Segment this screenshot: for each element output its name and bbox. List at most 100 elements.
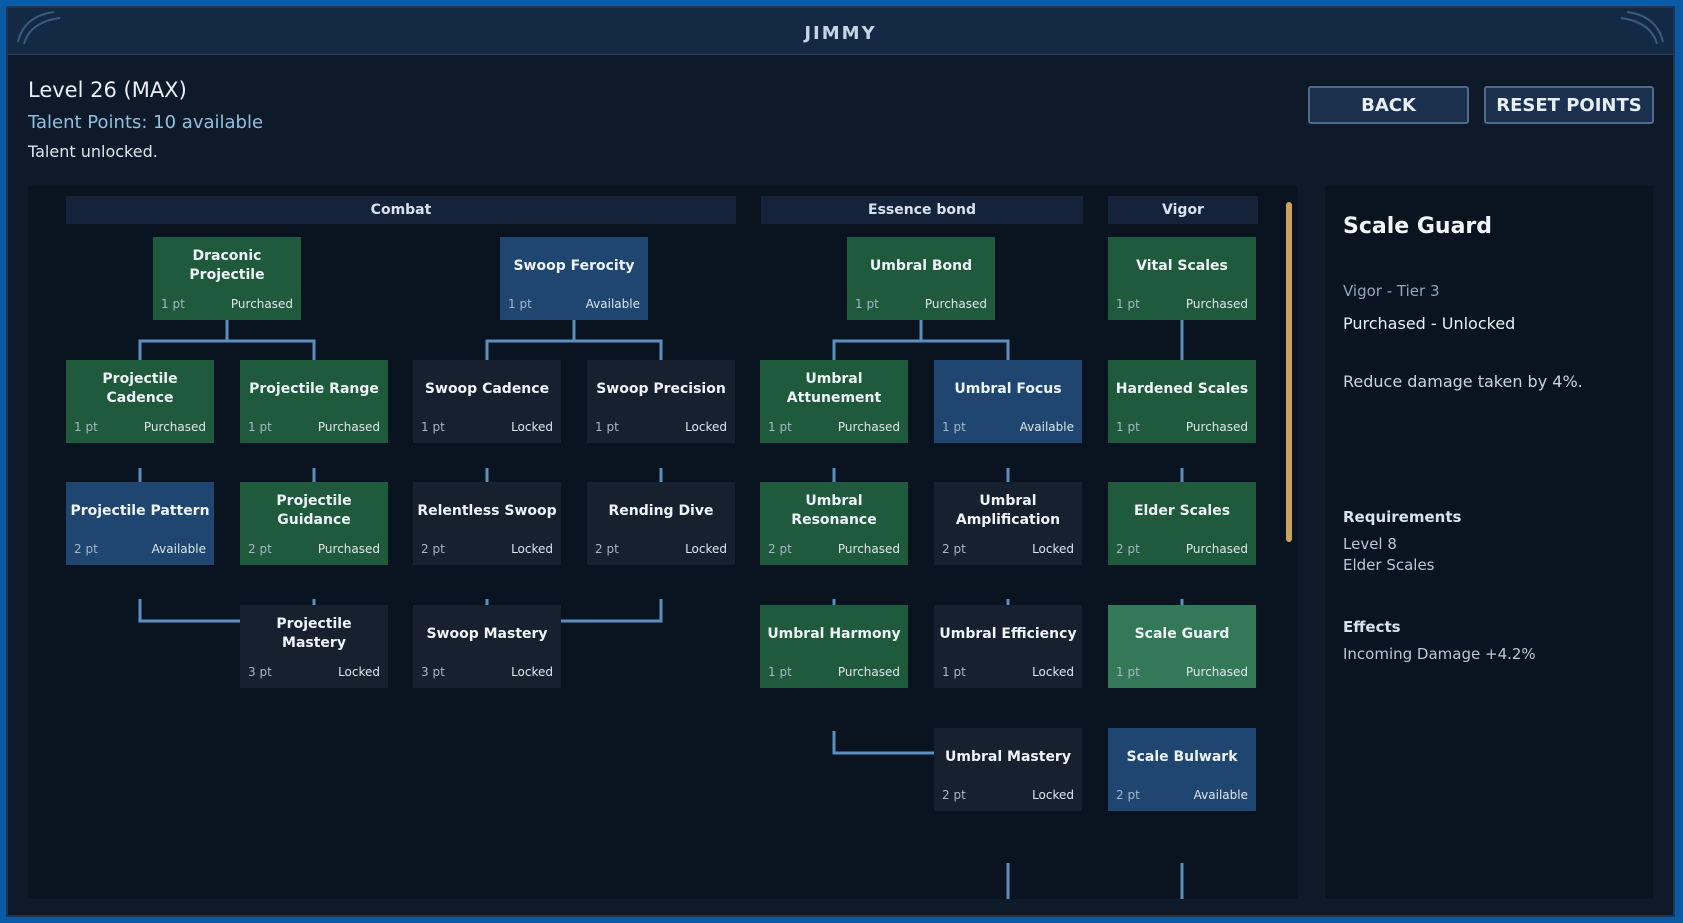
talent-node-name: Umbral Amplification: [955, 493, 1061, 528]
back-button[interactable]: BACK: [1308, 86, 1469, 124]
talent-node-name: Draconic Projectile: [189, 248, 265, 283]
talent-node-state: Locked: [1032, 542, 1074, 556]
talent-node-name: Elder Scales: [1133, 502, 1231, 519]
talent-node-cost: 1 pt: [768, 420, 792, 434]
talent-node-umbral-amplification[interactable]: Umbral Amplification 2 pt Locked: [934, 482, 1082, 565]
talent-window: JIMMY Level 26 (MAX) Talent Points: 10 a…: [6, 6, 1675, 917]
talent-node-name: Swoop Ferocity: [513, 257, 635, 274]
talent-node-swoop-mastery[interactable]: Swoop Mastery 3 pt Locked: [413, 605, 561, 688]
talent-tree-panel: Combat Essence bond Vigor Draconic Proje…: [28, 186, 1298, 899]
talent-node-name: Umbral Harmony: [767, 625, 901, 642]
corner-ornament-left-icon: [17, 11, 61, 45]
tree-scroll-thumb[interactable]: [1286, 202, 1292, 542]
effects-list: Incoming Damage +4.2%: [1343, 644, 1536, 665]
talent-node-projectile-guidance[interactable]: Projectile Guidance 2 pt Purchased: [240, 482, 388, 565]
requirements-heading: Requirements: [1343, 508, 1462, 526]
window-titlebar: JIMMY: [8, 8, 1673, 55]
talent-node-hardened-scales[interactable]: Hardened Scales 1 pt Purchased: [1108, 360, 1256, 443]
talent-node-name: Scale Guard: [1134, 625, 1230, 642]
talent-node-state: Purchased: [837, 542, 900, 556]
tree-scrollbar[interactable]: [1286, 200, 1292, 870]
talent-node-name: Projectile Cadence: [102, 371, 178, 406]
talent-node-umbral-resonance[interactable]: Umbral Resonance 2 pt Purchased: [760, 482, 908, 565]
requirements-list: Level 8 Elder Scales: [1343, 534, 1435, 576]
talent-node-state: Locked: [685, 542, 727, 556]
talent-node-state: Purchased: [230, 297, 293, 311]
talent-points-label: Talent Points: 10 available: [28, 112, 264, 133]
talent-node-projectile-mastery[interactable]: Projectile Mastery 3 pt Locked: [240, 605, 388, 688]
talent-node-name: Scale Bulwark: [1126, 748, 1238, 765]
talent-node-cost: 2 pt: [74, 542, 98, 556]
window-title: JIMMY: [804, 23, 877, 44]
talent-node-cost: 1 pt: [942, 420, 966, 434]
talent-node-state: Available: [1193, 788, 1248, 802]
talent-node-cost: 1 pt: [1116, 297, 1140, 311]
talent-node-cost: 2 pt: [768, 542, 792, 556]
talent-node-projectile-range[interactable]: Projectile Range 1 pt Purchased: [240, 360, 388, 443]
talent-node-state: Locked: [511, 420, 553, 434]
talent-node-name: Hardened Scales: [1115, 380, 1249, 397]
status-message: Talent unlocked.: [28, 142, 158, 161]
talent-node-umbral-focus[interactable]: Umbral Focus 1 pt Available: [934, 360, 1082, 443]
requirement-item: Level 8: [1343, 535, 1397, 553]
talent-node-projectile-pattern[interactable]: Projectile Pattern 2 pt Available: [66, 482, 214, 565]
talent-node-name: Relentless Swoop: [417, 502, 557, 519]
talent-node-state: Locked: [511, 542, 553, 556]
talent-node-name: Umbral Bond: [869, 257, 973, 274]
talent-node-state: Locked: [685, 420, 727, 434]
talent-node-name: Projectile Pattern: [70, 502, 210, 519]
talent-node-state: Purchased: [143, 420, 206, 434]
talent-node-umbral-harmony[interactable]: Umbral Harmony 1 pt Purchased: [760, 605, 908, 688]
talent-node-swoop-ferocity[interactable]: Swoop Ferocity 1 pt Available: [500, 237, 648, 320]
talent-node-cost: 3 pt: [421, 665, 445, 679]
talent-node-name: Umbral Mastery: [945, 748, 1071, 765]
level-label: Level 26 (MAX): [28, 78, 187, 102]
talent-node-name: Projectile Range: [249, 380, 379, 397]
talent-detail-panel: Scale Guard Vigor - Tier 3 Purchased - U…: [1325, 186, 1653, 899]
talent-node-swoop-cadence[interactable]: Swoop Cadence 1 pt Locked: [413, 360, 561, 443]
reset-points-button[interactable]: RESET POINTS: [1484, 86, 1654, 124]
talent-node-state: Purchased: [837, 420, 900, 434]
talent-node-cost: 1 pt: [942, 665, 966, 679]
talent-node-cost: 2 pt: [942, 542, 966, 556]
talent-node-draconic-projectile[interactable]: Draconic Projectile 1 pt Purchased: [153, 237, 301, 320]
talent-node-cost: 1 pt: [248, 420, 272, 434]
talent-node-cost: 2 pt: [595, 542, 619, 556]
corner-ornament-right-icon: [1620, 11, 1664, 45]
talent-node-state: Purchased: [1185, 665, 1248, 679]
talent-node-name: Umbral Attunement: [786, 371, 882, 406]
talent-node-name: Umbral Resonance: [791, 493, 877, 528]
talent-node-state: Purchased: [317, 420, 380, 434]
talent-node-name: Rending Dive: [608, 502, 714, 519]
talent-node-swoop-precision[interactable]: Swoop Precision 1 pt Locked: [587, 360, 735, 443]
talent-node-name: Projectile Guidance: [276, 493, 352, 528]
talent-node-state: Available: [151, 542, 206, 556]
talent-node-state: Purchased: [1185, 297, 1248, 311]
talent-node-scale-guard[interactable]: Scale Guard 1 pt Purchased: [1108, 605, 1256, 688]
talent-node-relentless-swoop[interactable]: Relentless Swoop 2 pt Locked: [413, 482, 561, 565]
talent-node-cost: 1 pt: [508, 297, 532, 311]
talent-node-umbral-bond[interactable]: Umbral Bond 1 pt Purchased: [847, 237, 995, 320]
effects-heading: Effects: [1343, 618, 1401, 636]
talent-node-umbral-efficiency[interactable]: Umbral Efficiency 1 pt Locked: [934, 605, 1082, 688]
talent-node-scale-bulwark[interactable]: Scale Bulwark 2 pt Available: [1108, 728, 1256, 811]
effect-item: Incoming Damage +4.2%: [1343, 645, 1536, 663]
talent-node-vital-scales[interactable]: Vital Scales 1 pt Purchased: [1108, 237, 1256, 320]
talent-node-cost: 1 pt: [1116, 665, 1140, 679]
talent-node-umbral-mastery[interactable]: Umbral Mastery 2 pt Locked: [934, 728, 1082, 811]
talent-node-state: Locked: [1032, 788, 1074, 802]
talent-node-state: Purchased: [317, 542, 380, 556]
talent-node-cost: 2 pt: [942, 788, 966, 802]
talent-node-state: Locked: [338, 665, 380, 679]
talent-node-state: Purchased: [1185, 542, 1248, 556]
talent-node-elder-scales[interactable]: Elder Scales 2 pt Purchased: [1108, 482, 1256, 565]
talent-node-state: Purchased: [1185, 420, 1248, 434]
talent-node-projectile-cadence[interactable]: Projectile Cadence 1 pt Purchased: [66, 360, 214, 443]
talent-node-umbral-attunement[interactable]: Umbral Attunement 1 pt Purchased: [760, 360, 908, 443]
talent-node-name: Swoop Precision: [596, 380, 726, 397]
talent-node-cost: 1 pt: [768, 665, 792, 679]
detail-title: Scale Guard: [1343, 214, 1493, 239]
talent-node-name: Umbral Focus: [954, 380, 1062, 397]
talent-node-rending-dive[interactable]: Rending Dive 2 pt Locked: [587, 482, 735, 565]
talent-node-cost: 3 pt: [248, 665, 272, 679]
